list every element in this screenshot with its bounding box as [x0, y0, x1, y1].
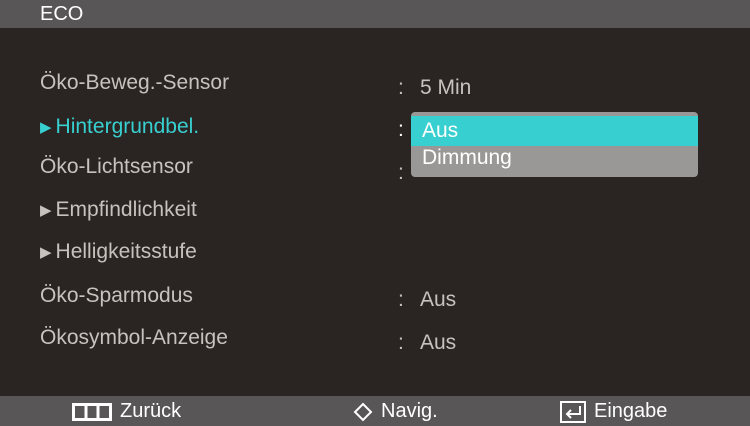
- footer-bar: Zurück Navig. Eingabe: [0, 396, 750, 426]
- back-button[interactable]: Zurück: [72, 396, 181, 426]
- navigate-button[interactable]: Navig.: [353, 396, 438, 426]
- menu-item-label: Öko-Beweg.-Sensor: [40, 71, 230, 94]
- dropdown-option-label: Aus: [422, 119, 459, 142]
- menu-item-eco-saving[interactable]: Öko-Sparmodus: [40, 282, 193, 310]
- menu-value-eco-icon-display: : Aus: [398, 329, 456, 357]
- menu-item-sensitivity[interactable]: ▶ Empfindlichkeit: [40, 196, 197, 224]
- page-title: ECO: [40, 3, 84, 25]
- back-label: Zurück: [120, 400, 182, 422]
- submenu-arrow-icon: ▶: [40, 244, 52, 261]
- menu-item-label: Empfindlichkeit: [55, 198, 197, 221]
- menu-item-motion-sensor[interactable]: Öko-Beweg.-Sensor: [40, 69, 229, 97]
- dropdown-option-label: Dimmung: [422, 146, 512, 169]
- menu-item-light-sensor[interactable]: Öko-Lichtsensor: [40, 153, 193, 181]
- enter-button[interactable]: Eingabe: [560, 396, 667, 426]
- menu-item-brightness-level[interactable]: ▶ Helligkeitsstufe: [40, 238, 197, 266]
- enter-label: Eingabe: [594, 400, 668, 422]
- up-down-diamond-icon: [353, 402, 373, 422]
- backlight-dropdown[interactable]: Aus Dimmung: [411, 112, 698, 177]
- submenu-arrow-icon: ▶: [40, 202, 52, 219]
- menu-item-label: Hintergrundbel.: [55, 115, 200, 138]
- menu-value: Aus: [420, 331, 457, 354]
- separator: :: [398, 76, 404, 99]
- enter-icon: [560, 400, 586, 423]
- dropdown-option-aus[interactable]: Aus: [411, 116, 698, 146]
- submenu-arrow-icon: ▶: [40, 119, 52, 136]
- menu-value-eco-saving: : Aus: [398, 286, 456, 314]
- separator: :: [398, 288, 404, 311]
- dropdown-option-dimmung[interactable]: Dimmung: [411, 143, 698, 173]
- menu-item-eco-icon-display[interactable]: Ökosymbol-Anzeige: [40, 324, 228, 352]
- separator: :: [398, 331, 404, 354]
- nav-label: Navig.: [381, 400, 438, 422]
- menu-item-label: Helligkeitsstufe: [55, 240, 197, 263]
- menu-value: 5 Min: [420, 76, 472, 99]
- menu-item-label: Öko-Sparmodus: [40, 284, 193, 307]
- title-bar: ECO: [0, 0, 750, 28]
- menu-item-label: Öko-Lichtsensor: [40, 155, 193, 178]
- menu-value: Aus: [420, 288, 457, 311]
- menu-item-label: Ökosymbol-Anzeige: [40, 326, 228, 349]
- menu-value-motion-sensor: :5 Min: [398, 74, 471, 102]
- menu-bars-icon: [72, 402, 112, 421]
- menu-item-backlight[interactable]: ▶ Hintergrundbel.: [40, 113, 199, 141]
